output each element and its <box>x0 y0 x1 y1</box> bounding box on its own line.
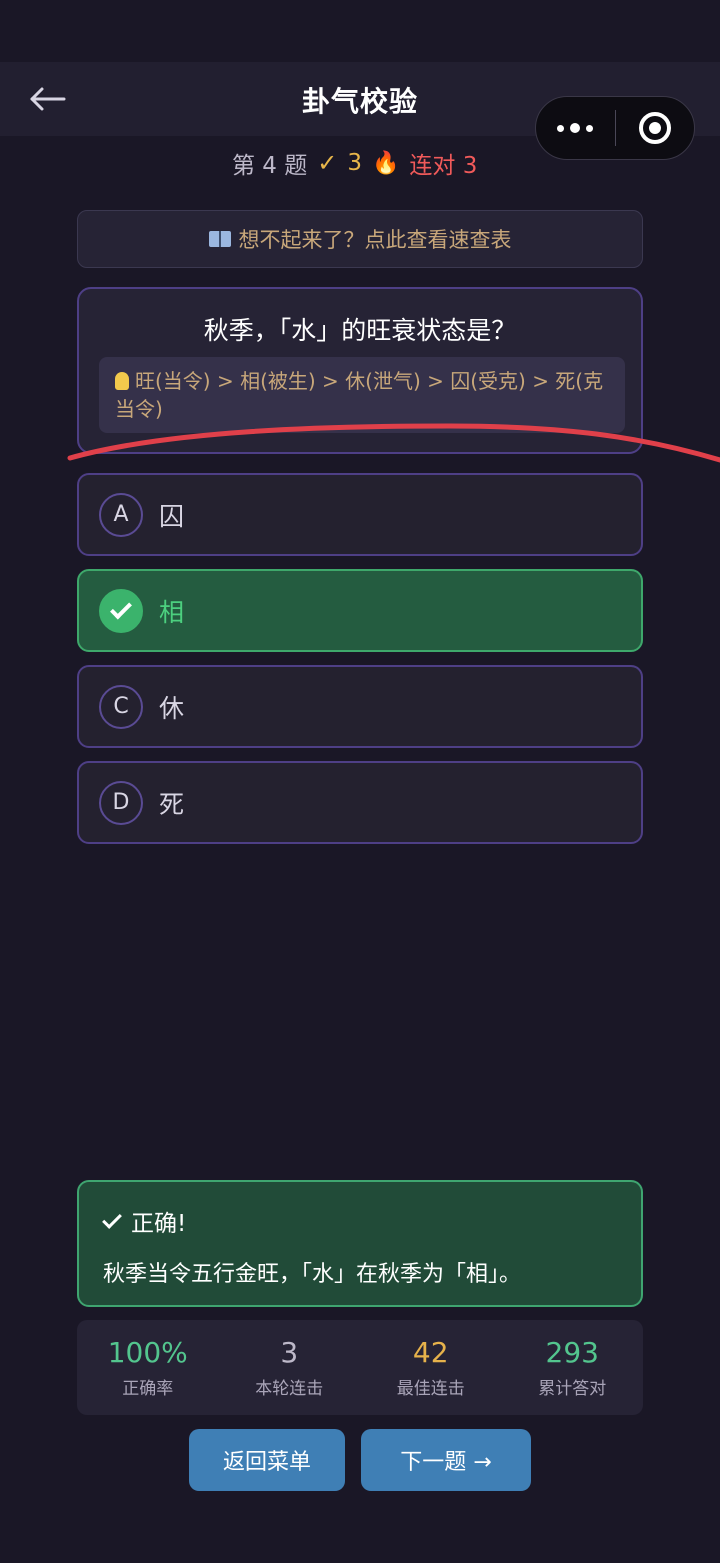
option-text: 休 <box>159 693 185 723</box>
check-icon <box>102 1209 122 1229</box>
correct-check-icon <box>99 588 143 633</box>
next-question-button[interactable]: 下一题 → <box>361 1429 531 1491</box>
target-icon <box>638 112 671 144</box>
quiz-page: 卦气校验 第 4 题 ✓ 3 🔥 连对 3 想不起来了？点此查看速查表 秋季，「… <box>0 0 720 1563</box>
stat-label: 正确率 <box>122 1379 174 1399</box>
dot-icon <box>557 124 565 132</box>
stats-panel: 100% 正确率 3 本轮连击 42 最佳连击 293 累计答对 <box>77 1320 643 1415</box>
stat-value: 100% <box>107 1336 188 1369</box>
question-text: 秋季，「水」的旺衰状态是？ <box>203 316 517 345</box>
fire-icon: 🔥 <box>372 150 400 176</box>
correct-count: 3 <box>347 150 363 176</box>
progress-status: 第 4 题 ✓ 3 🔥 连对 3 <box>232 146 477 180</box>
lightbulb-icon <box>115 372 129 390</box>
miniprogram-capsule <box>535 96 695 160</box>
streak-count: 连对 3 <box>409 153 478 179</box>
option-letter: D <box>99 780 143 825</box>
cheat-sheet-label: 想不起来了？点此查看速查表 <box>238 228 512 252</box>
stat-accuracy: 100% 正确率 <box>77 1320 219 1415</box>
red-annotation-stroke <box>67 423 720 463</box>
dot-icon <box>570 123 581 133</box>
question-number: 第 4 题 <box>232 153 308 179</box>
option-c[interactable]: C 休 <box>77 665 643 748</box>
option-b-correct[interactable]: 相 <box>77 569 643 652</box>
feedback-title: 正确! <box>102 1204 187 1238</box>
book-icon <box>208 231 231 247</box>
stat-label: 最佳连击 <box>396 1379 465 1399</box>
dot-icon <box>586 124 594 132</box>
more-options-button[interactable] <box>536 123 615 133</box>
feedback-box: 正确! 秋季当令五行金旺，「水」在秋季为「相」。 <box>77 1180 643 1307</box>
stat-value: 293 <box>545 1336 599 1369</box>
option-letter: C <box>99 684 143 729</box>
cheat-sheet-button[interactable]: 想不起来了？点此查看速查表 <box>77 210 643 268</box>
option-a[interactable]: A 囚 <box>77 473 643 556</box>
option-text: 死 <box>159 789 185 819</box>
option-text: 囚 <box>159 501 185 531</box>
feedback-explanation: 秋季当令五行金旺，「水」在秋季为「相」。 <box>103 1262 522 1287</box>
stat-total-correct: 293 累计答对 <box>502 1320 644 1415</box>
stat-value: 3 <box>280 1336 299 1369</box>
option-d[interactable]: D 死 <box>77 761 643 844</box>
back-to-menu-button[interactable]: 返回菜单 <box>189 1429 345 1491</box>
stat-label: 本轮连击 <box>255 1379 324 1399</box>
stat-value: 42 <box>412 1336 449 1369</box>
feedback-title-text: 正确! <box>131 1211 187 1237</box>
stat-label: 累计答对 <box>538 1379 607 1399</box>
check-icon: ✓ <box>317 149 338 177</box>
option-letter: A <box>99 492 143 537</box>
stat-best-combo: 42 最佳连击 <box>360 1320 502 1415</box>
close-miniprogram-button[interactable] <box>616 112 695 144</box>
option-text: 相 <box>159 597 185 627</box>
stat-round-combo: 3 本轮连击 <box>219 1320 361 1415</box>
